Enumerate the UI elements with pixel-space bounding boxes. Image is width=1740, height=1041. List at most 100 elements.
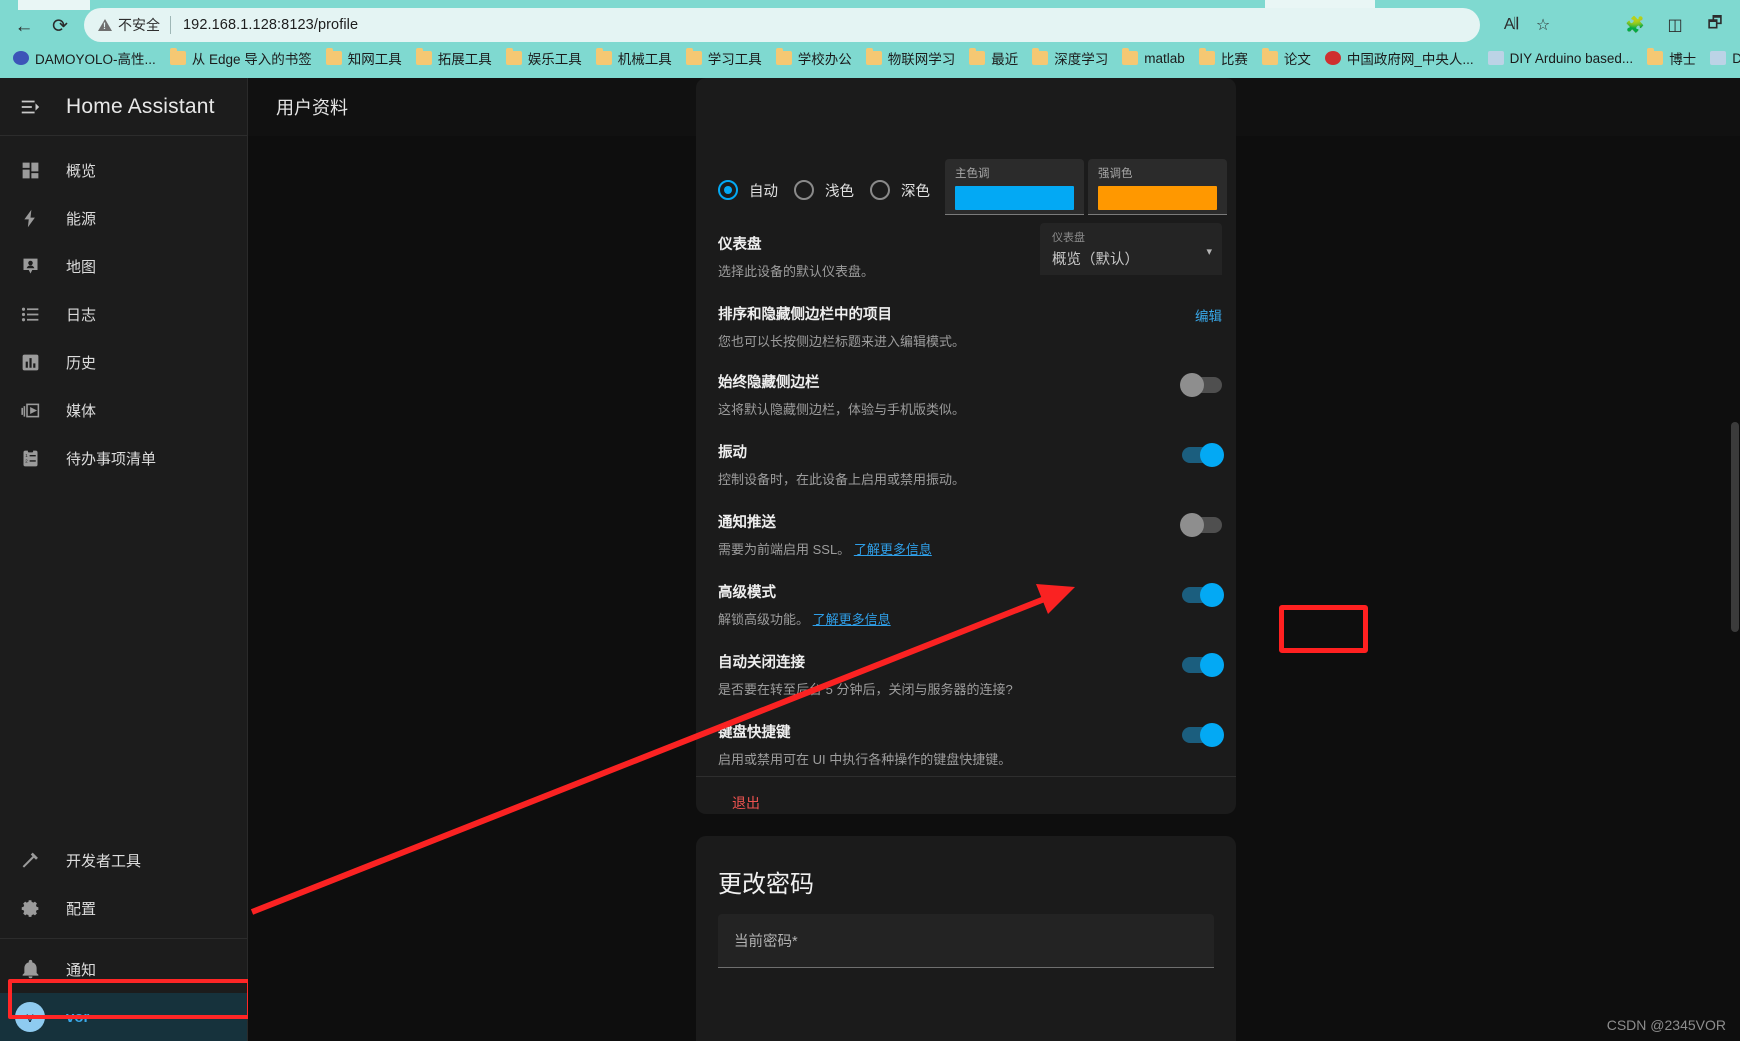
content-scroll-area[interactable]: 自动 浅色 深色 主色调 强调色 仪表盘 选择此设备的默认仪表盘。 仪表盘 概览… bbox=[248, 78, 1740, 1041]
primary-color-field[interactable]: 主色调 bbox=[945, 159, 1084, 215]
accent-color-field[interactable]: 强调色 bbox=[1088, 159, 1227, 215]
read-aloud-icon[interactable]: A𝄂 bbox=[1496, 10, 1526, 40]
toggle-knob bbox=[1200, 443, 1224, 467]
bookmark-item[interactable]: 比赛 bbox=[1192, 45, 1255, 71]
sidebar-item-notifications[interactable]: 通知 bbox=[0, 945, 247, 993]
toggle-knob bbox=[1180, 513, 1204, 537]
bookmark-item[interactable]: 博士 bbox=[1640, 45, 1703, 71]
folder-icon bbox=[505, 48, 522, 65]
auto-close-connection-toggle[interactable] bbox=[1182, 653, 1224, 677]
bookmark-item[interactable]: 娱乐工具 bbox=[499, 45, 589, 71]
bookmark-item[interactable]: 深度学习 bbox=[1025, 45, 1115, 71]
primary-color-swatch[interactable] bbox=[955, 186, 1074, 210]
sidebar-item-history[interactable]: 历史 bbox=[0, 338, 247, 386]
sidebar-item-logbook[interactable]: 日志 bbox=[0, 290, 247, 338]
setting-description: 需要为前端启用 SSL。 了解更多信息 bbox=[718, 539, 1214, 558]
edit-button[interactable]: 编辑 bbox=[1195, 305, 1222, 325]
radio-label: 深色 bbox=[901, 183, 930, 200]
collections-icon[interactable]: 🗗 bbox=[1700, 10, 1730, 40]
sidebar-item-developer-tools[interactable]: 开发者工具 bbox=[0, 836, 247, 884]
auto-close-toggle-wrapper[interactable] bbox=[1182, 653, 1224, 677]
bookmark-label: 最近 bbox=[991, 52, 1019, 67]
address-bar[interactable]: 不安全 192.168.1.128:8123/profile bbox=[84, 8, 1480, 42]
dashboard-icon bbox=[8, 148, 52, 192]
bookmark-item[interactable]: DIY Arduino based... bbox=[1481, 45, 1641, 71]
sidebar-item-todo[interactable]: 12 待办事项清单 bbox=[0, 434, 247, 482]
setting-title: 振动 bbox=[718, 445, 747, 461]
bookmark-label: 知网工具 bbox=[347, 52, 402, 67]
list-icon bbox=[8, 292, 52, 336]
folder-icon bbox=[969, 48, 986, 65]
menu-collapse-icon[interactable] bbox=[8, 85, 52, 129]
vibration-toggle[interactable] bbox=[1182, 443, 1224, 467]
vibration-toggle-wrapper[interactable] bbox=[1182, 443, 1224, 467]
setting-auto-close-connection: 自动关闭连接 是否要在转至后台 5 分钟后，关闭与服务器的连接? bbox=[696, 651, 1236, 698]
main-area: 用户资料 自动 浅色 深色 主色调 强调色 仪表盘 选择此设备的默认仪表盘。 仪… bbox=[248, 78, 1740, 1041]
sidebar-item-media[interactable]: 媒体 bbox=[0, 386, 247, 434]
radio-dot bbox=[794, 180, 814, 200]
site-icon bbox=[1487, 51, 1504, 65]
setting-description: 解锁高级功能。 了解更多信息 bbox=[718, 609, 1214, 628]
gear-icon bbox=[8, 886, 52, 930]
always-hide-sidebar-toggle-wrapper[interactable] bbox=[1180, 373, 1222, 397]
current-password-field[interactable]: 当前密码* bbox=[718, 914, 1214, 968]
theme-radio-auto[interactable]: 自动 bbox=[718, 180, 778, 201]
back-arrow-icon[interactable]: ← bbox=[8, 10, 40, 42]
bookmark-item[interactable]: 学校办公 bbox=[769, 45, 859, 71]
push-notifications-toggle[interactable] bbox=[1180, 513, 1222, 537]
accent-color-label: 强调色 bbox=[1098, 168, 1133, 180]
sidebar-item-map[interactable]: 地图 bbox=[0, 242, 247, 290]
advanced-mode-toggle[interactable] bbox=[1182, 583, 1224, 607]
scrollbar-track[interactable] bbox=[1730, 272, 1740, 1041]
dashboard-select-wrapper[interactable]: 仪表盘 概览（默认） ▾ bbox=[1040, 223, 1222, 275]
sidebar-bottom-nav: 开发者工具 配置 bbox=[0, 836, 247, 932]
logout-button[interactable]: 退出 bbox=[732, 793, 760, 813]
toggle-knob bbox=[1200, 583, 1224, 607]
sidebar-item-label: 地图 bbox=[66, 258, 97, 276]
setting-title: 键盘快捷键 bbox=[718, 725, 791, 741]
bookmark-item[interactable]: 中国政府网_中央人... bbox=[1318, 45, 1481, 71]
advanced-mode-toggle-wrapper[interactable] bbox=[1182, 583, 1224, 607]
sidebar-item-settings[interactable]: 配置 bbox=[0, 884, 247, 932]
always-hide-sidebar-toggle[interactable] bbox=[1180, 373, 1222, 397]
bookmark-item[interactable]: DAMOYOLO-高性... bbox=[6, 45, 163, 71]
folder-icon bbox=[1647, 48, 1664, 65]
theme-radio-dark[interactable]: 深色 bbox=[870, 180, 930, 201]
bookmark-item[interactable]: 论文 bbox=[1255, 45, 1318, 71]
bookmark-item[interactable]: 知网工具 bbox=[319, 45, 409, 71]
folder-icon bbox=[1032, 48, 1049, 65]
sidebar-item-overview[interactable]: 概览 bbox=[0, 146, 247, 194]
sidebar-user-label: vor bbox=[66, 1008, 90, 1026]
bookmark-item[interactable]: DIY Arduino Gi bbox=[1703, 45, 1740, 71]
bookmark-item[interactable]: 拓展工具 bbox=[409, 45, 499, 71]
bookmark-item[interactable]: 物联网学习 bbox=[859, 45, 963, 71]
sidebar-divider bbox=[0, 938, 247, 939]
star-icon[interactable]: ☆ bbox=[1528, 10, 1558, 40]
theme-radio-light[interactable]: 浅色 bbox=[794, 180, 854, 201]
avatar: v bbox=[15, 1002, 45, 1032]
keyboard-shortcuts-toggle-wrapper[interactable] bbox=[1182, 723, 1224, 747]
keyboard-shortcuts-toggle[interactable] bbox=[1182, 723, 1224, 747]
push-notifications-toggle-wrapper[interactable] bbox=[1180, 513, 1222, 537]
chevron-down-icon[interactable]: ▾ bbox=[1206, 245, 1212, 258]
reload-icon[interactable]: ⟳ bbox=[44, 10, 76, 42]
setting-description: 是否要在转至后台 5 分钟后，关闭与服务器的连接? bbox=[718, 682, 1013, 697]
split-screen-icon[interactable]: ◫ bbox=[1660, 10, 1690, 40]
folder-icon bbox=[1122, 48, 1139, 65]
accent-color-swatch[interactable] bbox=[1098, 186, 1217, 210]
puzzle-icon[interactable]: 🧩 bbox=[1620, 10, 1650, 40]
bookmark-item[interactable]: 学习工具 bbox=[679, 45, 769, 71]
learn-more-link[interactable]: 了解更多信息 bbox=[854, 542, 932, 557]
learn-more-link[interactable]: 了解更多信息 bbox=[813, 612, 891, 627]
sidebar-item-user-profile[interactable]: v vor bbox=[0, 993, 247, 1041]
sidebar-item-energy[interactable]: 能源 bbox=[0, 194, 247, 242]
edit-sidebar-action[interactable]: 编辑 bbox=[1195, 305, 1222, 326]
scrollbar-thumb[interactable] bbox=[1731, 422, 1739, 632]
bookmark-item[interactable]: 最近 bbox=[962, 45, 1025, 71]
folder-icon bbox=[685, 48, 702, 65]
bookmark-item[interactable]: 机械工具 bbox=[589, 45, 679, 71]
bookmark-item[interactable]: 从 Edge 导入的书签 bbox=[163, 45, 319, 71]
dashboard-select[interactable]: 仪表盘 概览（默认） ▾ bbox=[1040, 223, 1222, 275]
bookmark-item[interactable]: matlab bbox=[1115, 45, 1192, 71]
setting-vibration: 振动 控制设备时，在此设备上启用或禁用振动。 bbox=[696, 441, 1236, 488]
